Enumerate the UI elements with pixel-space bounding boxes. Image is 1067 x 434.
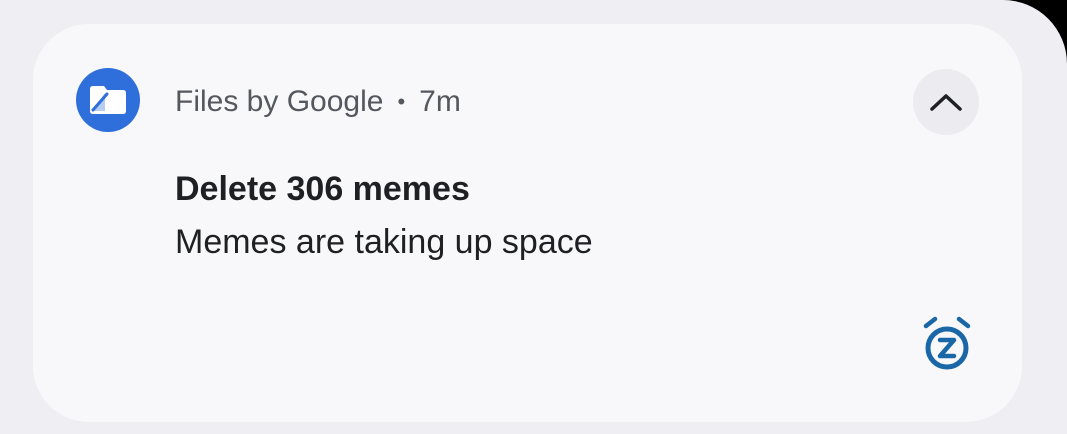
chevron-up-icon xyxy=(930,94,962,111)
notification-time: 7m xyxy=(419,85,461,118)
notification-body: Memes are taking up space xyxy=(175,223,593,261)
notification-card[interactable]: Files by Google • 7m Delete 306 memes Me… xyxy=(33,24,1022,422)
snooze-button[interactable] xyxy=(916,314,978,376)
header-separator: • xyxy=(397,89,406,114)
notification-header: Files by Google • 7m xyxy=(175,82,461,122)
files-by-google-icon xyxy=(76,68,140,132)
notification-title: Delete 306 memes xyxy=(175,170,470,208)
collapse-button[interactable] xyxy=(913,69,979,135)
snooze-icon xyxy=(923,316,971,370)
app-name: Files by Google xyxy=(175,85,384,118)
